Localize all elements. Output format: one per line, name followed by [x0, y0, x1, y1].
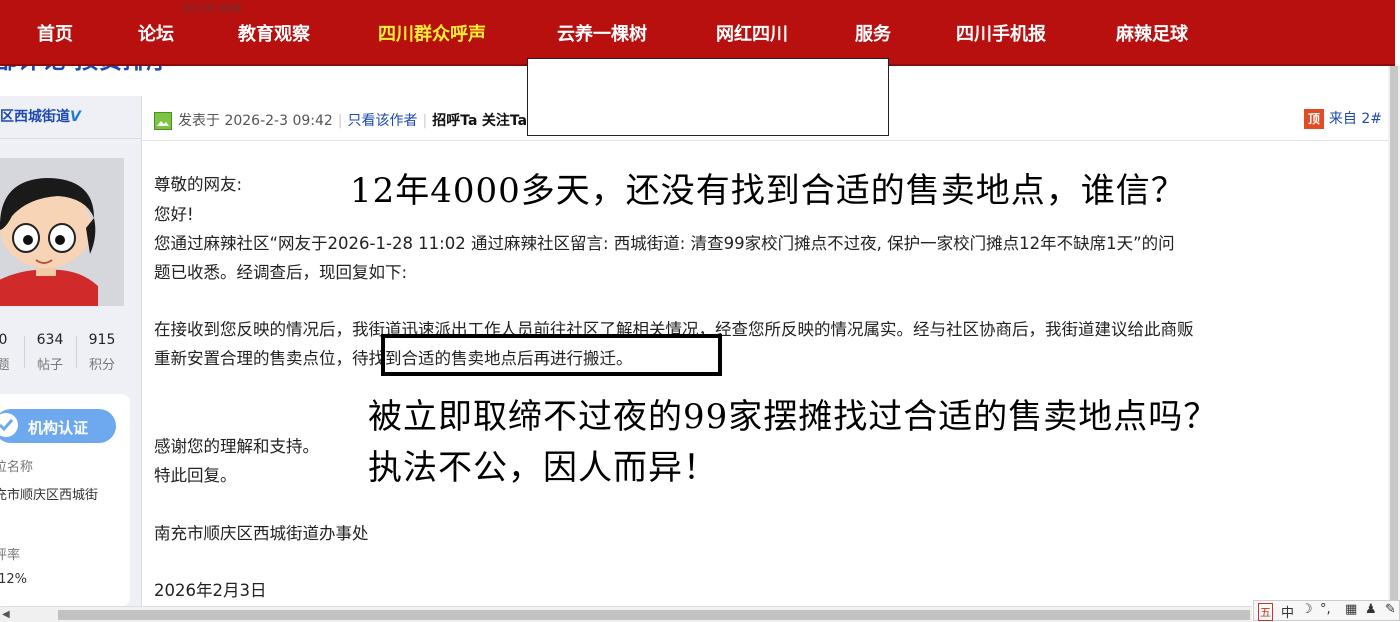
org-name-value: 充市顺庆区西城街 — [0, 488, 99, 503]
nav-service[interactable]: 服务 — [855, 20, 891, 46]
org-name-label: 位名称 — [0, 460, 34, 475]
nav-mobile-news[interactable]: 四川手机报 — [956, 20, 1046, 46]
highlight-box — [381, 334, 722, 376]
ime-tool-icon[interactable]: ✎ — [1385, 602, 1396, 617]
reply-rate-label: 评率 — [0, 548, 21, 563]
check-icon — [0, 413, 18, 437]
nav-tree[interactable]: 云养一棵树 — [557, 20, 647, 46]
stat-points-label: 积分 — [88, 358, 115, 373]
vertical-scrollbar[interactable] — [1388, 66, 1400, 606]
vertical-scroll-thumb[interactable] — [1390, 66, 1398, 606]
sidebar-divider — [0, 138, 141, 139]
reply-rate-value: .12% — [0, 572, 28, 587]
nav-faint-text: 四川网·麻辣 — [183, 2, 242, 15]
redaction-box — [527, 58, 889, 136]
floor-prefix: 来自 — [1328, 111, 1357, 127]
stat-topics-label: 题 — [0, 358, 10, 373]
closing-line: 特此回复。 — [154, 466, 237, 485]
post-image-icon — [154, 112, 172, 130]
stat-points-num[interactable]: 915 — [82, 332, 122, 348]
post-meta: 发表于 2026-2-3 09:42 | 只看该作者 | 招呼Ta 关注Ta — [178, 113, 528, 129]
annotation-1: 12年4000多天，还没有找到合适的售卖地点，谁信？ — [350, 171, 1186, 211]
avatar[interactable] — [0, 158, 124, 306]
nav-public-voice[interactable]: 四川群众呼声 — [378, 20, 486, 46]
author-name[interactable]: 区西城街道V — [0, 106, 81, 126]
greet-link[interactable]: 招呼Ta — [432, 113, 477, 129]
ime-halfwidth-icon[interactable]: ☽ — [1301, 602, 1313, 617]
horizontal-scroll-thumb[interactable] — [58, 610, 1250, 620]
stat-separator — [24, 336, 25, 368]
body-line-3: 您通过麻辣社区“网友于2026-1-28 11:02 通过麻辣社区留言: 西城街… — [154, 234, 1175, 253]
signature-date: 2026年2月3日 — [154, 581, 267, 600]
follow-link[interactable]: 关注Ta — [482, 113, 527, 129]
author-sidebar: 区西城街道V 0 题 634 帖子 915 积分 机构认证 位名称 充市顺庆区西… — [0, 96, 142, 606]
ime-toolbar: 五 中 ☽ °, ▦ ♟ ✎ — [1253, 600, 1400, 621]
main-navbar: 四川网·麻辣 首页 论坛 教育观察 四川群众呼声 云养一棵树 网红四川 服务 四… — [0, 0, 1395, 66]
signature-org: 南充市顺庆区西城街道办事处 — [154, 524, 369, 543]
salutation: 尊敬的网友: — [154, 175, 243, 194]
org-card: 机构认证 位名称 充市顺庆区西城街 评率 .12% — [0, 394, 130, 606]
nav-forum[interactable]: 论坛 — [138, 20, 174, 46]
annotation-3: 执法不公，因人而异！ — [368, 448, 718, 488]
scroll-left-arrow-icon[interactable]: ◀ — [2, 609, 10, 620]
only-author-link[interactable]: 只看该作者 — [348, 113, 418, 129]
ime-user-icon[interactable]: ♟ — [1365, 602, 1377, 617]
ime-punctuation-icon[interactable]: °, — [1320, 602, 1331, 617]
thanks-line: 感谢您的理解和支持。 — [154, 437, 319, 456]
posted-prefix: 发表于 — [178, 113, 220, 129]
top-icon[interactable]: 顶 — [1303, 109, 1324, 129]
posted-time: 2026-2-3 09:42 — [224, 113, 333, 129]
author-name-text[interactable]: 区西城街道 — [0, 109, 70, 125]
stat-topics-num[interactable]: 0 — [0, 332, 10, 348]
author-stats: 0 题 634 帖子 915 积分 — [0, 332, 141, 373]
body-line-4: 题已收悉。经调查后，现回复如下: — [154, 263, 408, 282]
cert-label: 机构认证 — [28, 419, 89, 437]
floor-value: 2# — [1361, 111, 1382, 127]
nav-football[interactable]: 麻辣足球 — [1116, 20, 1188, 46]
greeting: 您好! — [154, 205, 194, 224]
verified-icon: V — [70, 109, 81, 125]
ime-keyboard-icon[interactable]: ▦ — [1345, 602, 1357, 617]
nav-influencer[interactable]: 网红四川 — [716, 20, 788, 46]
horizontal-scrollbar[interactable]: ◀ — [0, 606, 1252, 622]
stat-posts-label: 帖子 — [36, 358, 63, 373]
ime-chinese-mode[interactable]: 中 — [1281, 602, 1294, 621]
annotation-2: 被立即取缔不过夜的99家摆摊找过合适的售卖地点吗？ — [368, 397, 1219, 437]
stat-posts-num[interactable]: 634 — [30, 332, 70, 348]
nav-home[interactable]: 首页 — [37, 20, 73, 46]
org-certification-button[interactable]: 机构认证 — [0, 409, 116, 443]
floor-number[interactable]: 顶来自 2# — [1303, 108, 1382, 129]
stat-separator — [76, 336, 77, 368]
cartoon-avatar-icon — [0, 158, 124, 306]
nav-education[interactable]: 教育观察 — [238, 20, 310, 46]
ime-wubi-icon[interactable]: 五 — [1258, 603, 1273, 621]
